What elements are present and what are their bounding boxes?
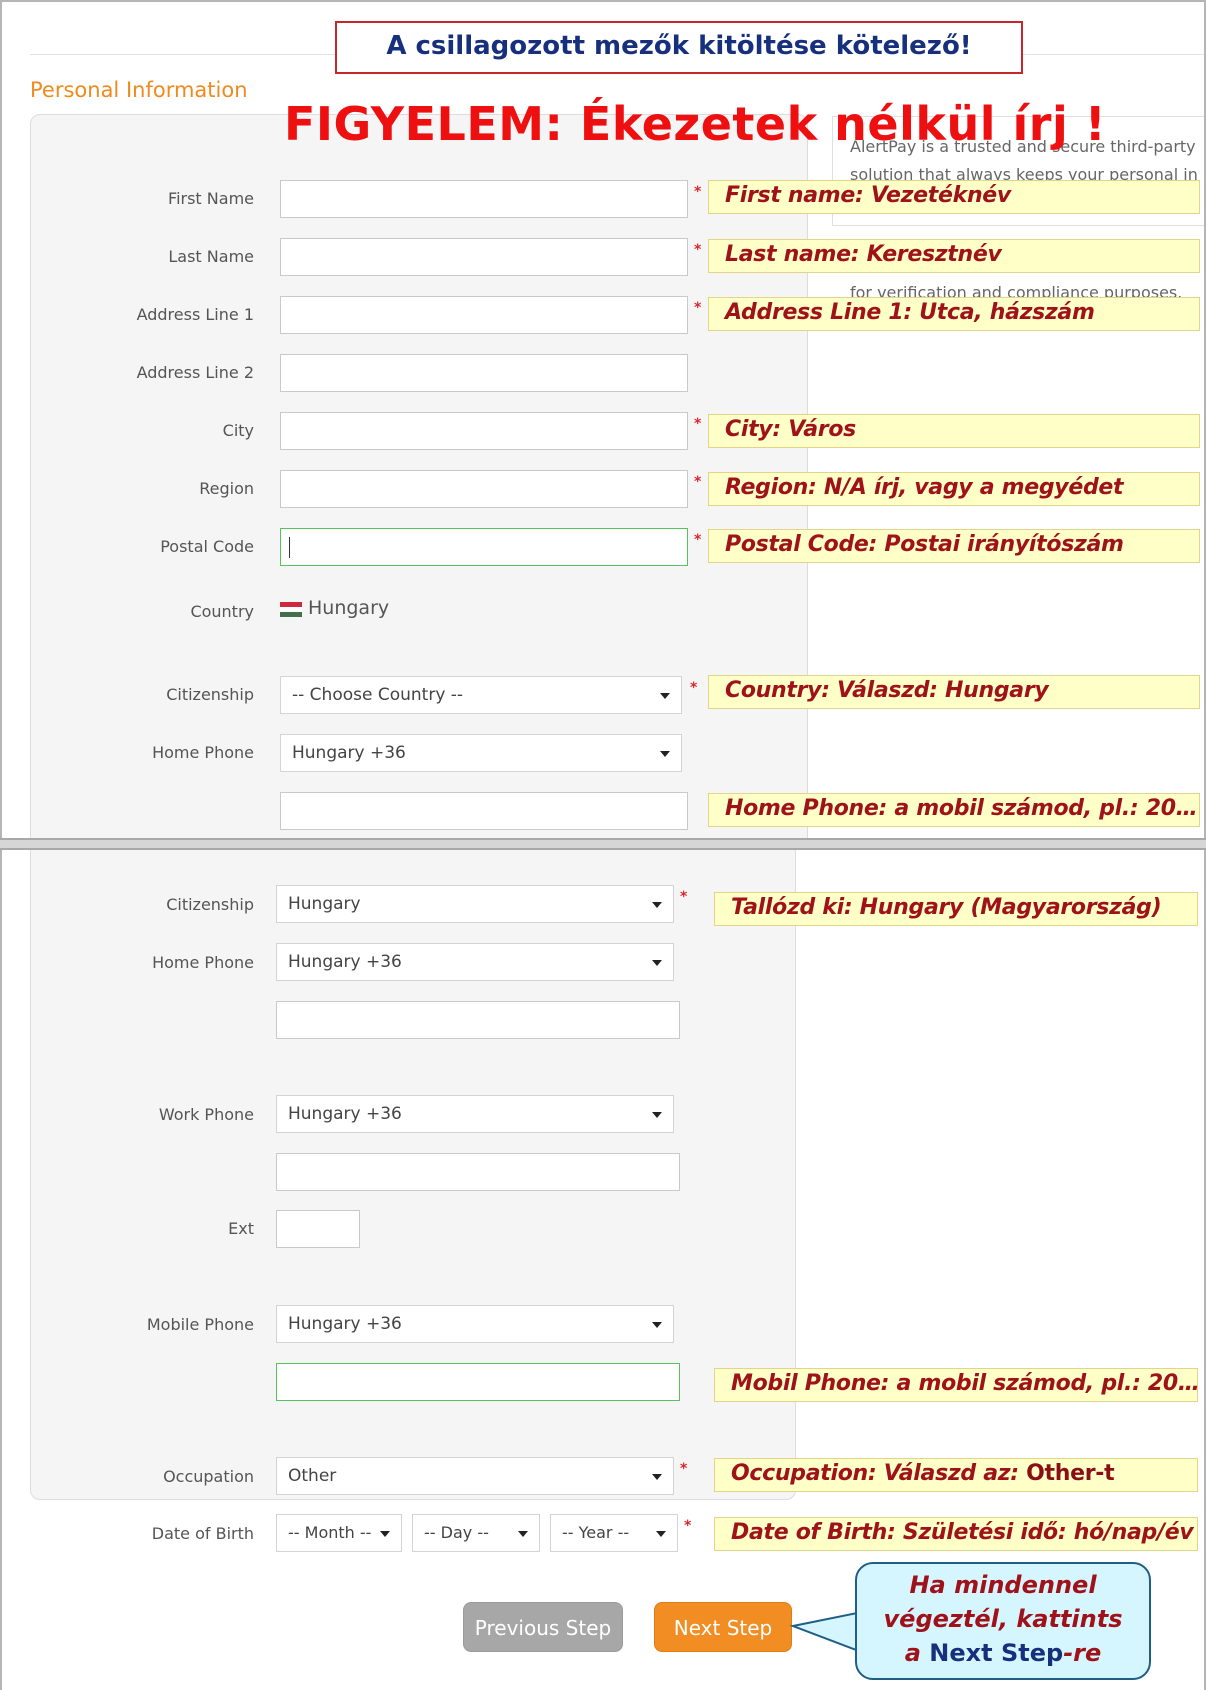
callout-strong: Next Step — [929, 1639, 1064, 1667]
callout-line: Ha mindennel — [909, 1571, 1097, 1599]
callout-text: -re — [1063, 1639, 1102, 1667]
callout-pointer — [789, 1610, 874, 1658]
callout-line: a Next Step-re — [857, 1636, 1149, 1670]
callout-text: a — [904, 1639, 930, 1667]
callout-line: végeztél, kattints — [883, 1605, 1123, 1633]
next-step-callout: Ha mindennel végeztél, kattints a Next S… — [855, 1562, 1151, 1680]
